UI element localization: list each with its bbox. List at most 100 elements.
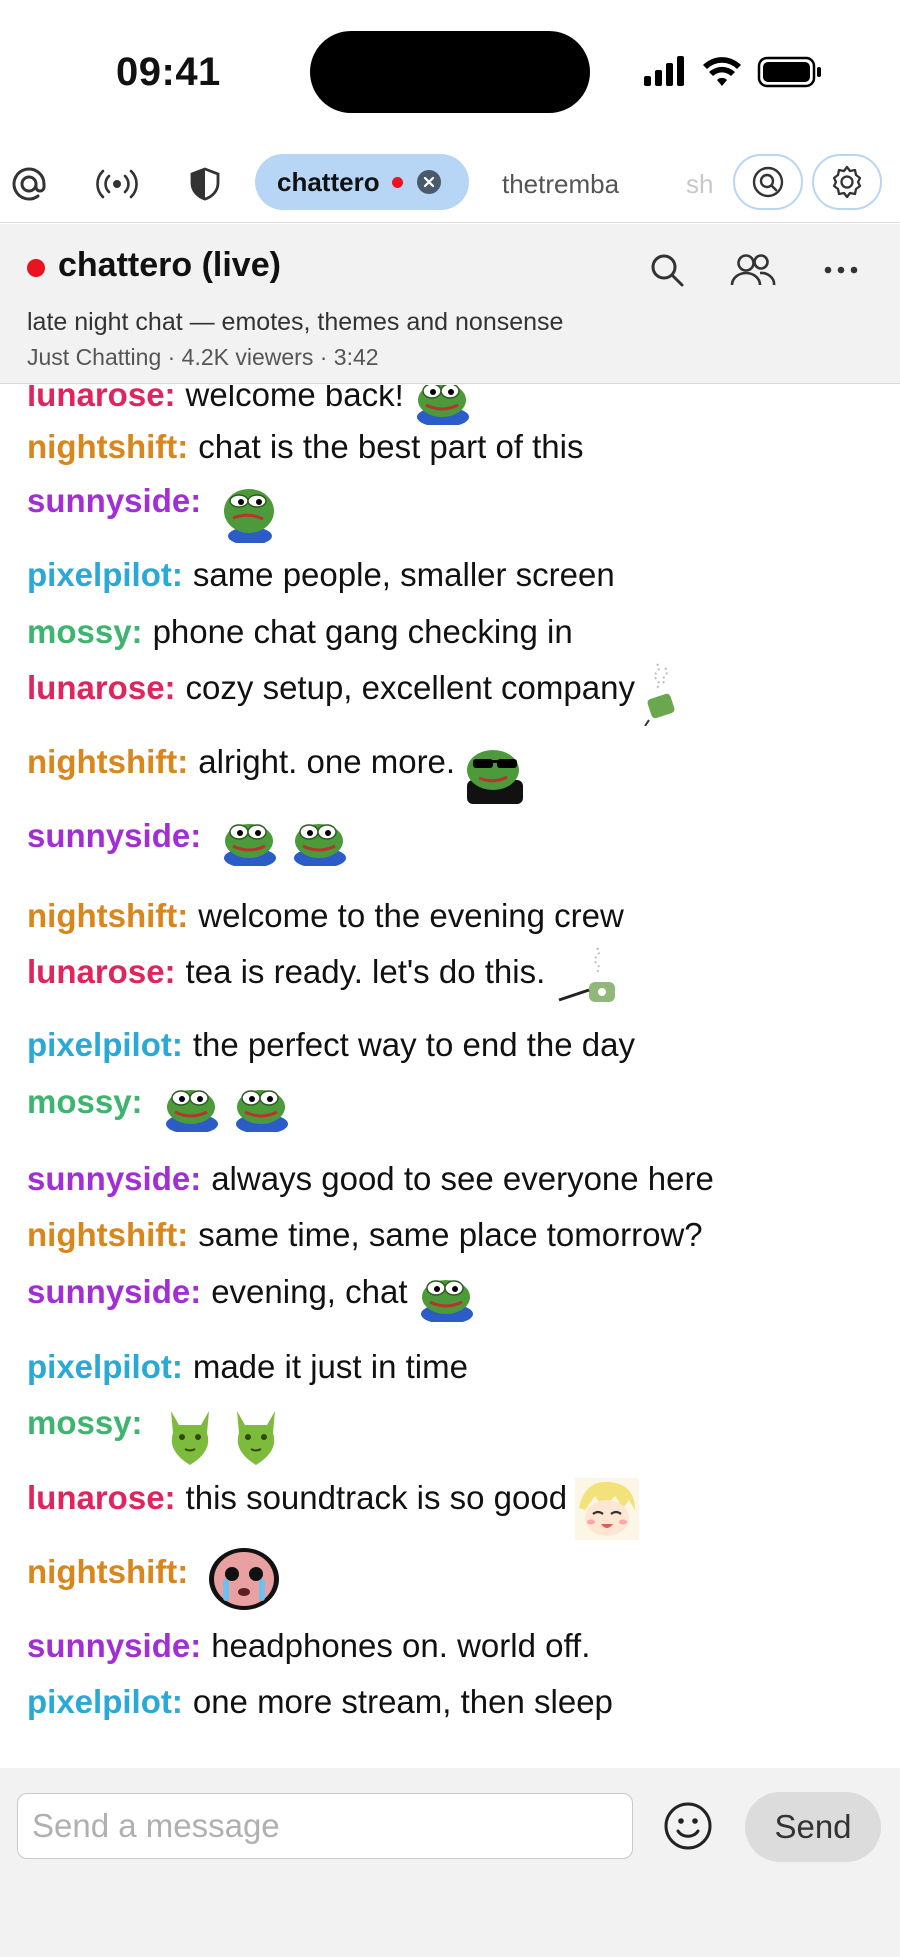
- chat-message[interactable]: mossy:: [27, 1403, 285, 1478]
- pepe-happy-emote-icon[interactable]: [416, 1272, 478, 1331]
- settings-gear-icon: [832, 165, 862, 199]
- battery-icon: [757, 56, 821, 88]
- chat-username[interactable]: pixelpilot:: [27, 555, 183, 595]
- chat-message[interactable]: nightshift: chat is the best part of this: [27, 427, 584, 467]
- chat-username[interactable]: sunnyside:: [27, 1272, 201, 1312]
- pepe-happy-emote-icon[interactable]: [289, 816, 351, 875]
- chat-username[interactable]: sunnyside:: [27, 1626, 201, 1666]
- chat-username[interactable]: nightshift:: [27, 1552, 188, 1592]
- chat-username[interactable]: lunarose:: [27, 668, 176, 708]
- chat-message[interactable]: pixelpilot: one more stream, then sleep: [27, 1682, 613, 1722]
- pepe-happy-emote-icon[interactable]: [231, 1082, 293, 1141]
- chat-message-text: tea is ready. let's do this.: [185, 953, 546, 990]
- emoji-picker-button[interactable]: [662, 1800, 714, 1852]
- live-status-dot: [27, 259, 45, 277]
- chat-message-text: always good to see everyone here: [211, 1160, 714, 1197]
- more-options-button[interactable]: [817, 246, 865, 294]
- chat-username[interactable]: pixelpilot:: [27, 1347, 183, 1387]
- chat-message[interactable]: mossy: phone chat gang checking in: [27, 612, 573, 652]
- chat-message-text: chat is the best part of this: [198, 428, 584, 465]
- chat-username[interactable]: mossy:: [27, 1403, 143, 1443]
- live-broadcast-icon[interactable]: [96, 163, 138, 205]
- cellular-signal-icon: [644, 56, 684, 86]
- more-horizontal-icon: [824, 266, 858, 274]
- pepe-sad-emote-icon[interactable]: [219, 481, 281, 552]
- chat-message[interactable]: sunnyside: always good to see everyone he…: [27, 1159, 714, 1199]
- anime-girl-emote-icon[interactable]: [575, 1478, 640, 1549]
- pepe-sunglasses-emote-icon[interactable]: [463, 742, 527, 813]
- send-button[interactable]: Send: [745, 1792, 881, 1862]
- close-tab-icon[interactable]: [416, 170, 441, 194]
- smiley-icon: [664, 1802, 712, 1850]
- mentions-icon[interactable]: [8, 163, 50, 205]
- chat-message-text: welcome back!: [185, 385, 404, 413]
- tea-pour-emote-icon[interactable]: [553, 944, 623, 1019]
- chat-message-text: this soundtrack is so good: [185, 1479, 568, 1516]
- status-time: 09:41: [116, 50, 221, 94]
- chat-username[interactable]: lunarose:: [27, 952, 176, 992]
- chat-message[interactable]: mossy:: [27, 1082, 293, 1141]
- chat-message[interactable]: lunarose: cozy setup, excellent company: [27, 663, 679, 735]
- chat-message-text: the perfect way to end the day: [192, 1026, 635, 1063]
- chat-message[interactable]: lunarose: tea is ready. let's do this.: [27, 947, 623, 1019]
- chat-username[interactable]: pixelpilot:: [27, 1682, 183, 1722]
- chat-message[interactable]: nightshift: alright. one more.: [27, 742, 527, 813]
- chat-message[interactable]: sunnyside:: [27, 481, 281, 552]
- crying-blob-emote-icon[interactable]: [206, 1546, 282, 1621]
- chat-message[interactable]: nightshift: same time, same place tomorro…: [27, 1215, 703, 1255]
- chat-message[interactable]: pixelpilot: made it just in time: [27, 1347, 468, 1387]
- chat-message-text: one more stream, then sleep: [192, 1683, 613, 1720]
- search-channels-button[interactable]: [733, 154, 803, 210]
- chat-message[interactable]: lunarose: this soundtrack is so good: [27, 1478, 640, 1549]
- channel-header: chattero (live) late night chat — emotes…: [0, 224, 900, 384]
- chat-message[interactable]: nightshift:: [27, 1548, 282, 1621]
- green-cat-emote-icon[interactable]: [227, 1403, 285, 1478]
- chat-username[interactable]: mossy:: [27, 612, 143, 652]
- search-channels-icon: [752, 166, 784, 198]
- chat-username[interactable]: nightshift:: [27, 896, 188, 936]
- chat-username[interactable]: nightshift:: [27, 1215, 188, 1255]
- status-icons: [644, 52, 824, 92]
- chat-username[interactable]: lunarose:: [27, 385, 176, 415]
- chat-username[interactable]: sunnyside:: [27, 1159, 201, 1199]
- message-input[interactable]: [17, 1793, 633, 1859]
- stream-meta: Just Chatting · 4.2K viewers · 3:42: [27, 344, 379, 370]
- tab-thetremba[interactable]: thetremba: [502, 169, 619, 200]
- status-bar: 09:41: [0, 0, 900, 145]
- chat-message[interactable]: pixelpilot: the perfect way to end the da…: [27, 1025, 635, 1065]
- channel-tab-strip: chattero thetremba sh: [0, 145, 900, 223]
- chat-username[interactable]: pixelpilot:: [27, 1025, 183, 1065]
- pepe-happy-emote-icon[interactable]: [161, 1082, 223, 1141]
- chat-message-text: same time, same place tomorrow?: [198, 1216, 703, 1253]
- chat-username[interactable]: lunarose:: [27, 1478, 176, 1518]
- chat-username[interactable]: nightshift:: [27, 427, 188, 467]
- chat-message-list[interactable]: lunarose: welcome back! nightshift: chat is…: [0, 385, 900, 1768]
- settings-button[interactable]: [812, 154, 882, 210]
- users-icon: [730, 254, 776, 286]
- tab-overflow[interactable]: sh: [686, 169, 713, 200]
- chat-message-text: evening, chat: [211, 1273, 408, 1310]
- dynamic-island: [310, 31, 590, 113]
- chat-username[interactable]: sunnyside:: [27, 481, 201, 521]
- pepe-happy-emote-icon[interactable]: [219, 816, 281, 875]
- tab-chattero-label: chattero: [277, 166, 380, 197]
- chat-message[interactable]: sunnyside: headphones on. world off.: [27, 1626, 590, 1666]
- moderation-shield-icon[interactable]: [184, 163, 226, 205]
- chat-message[interactable]: sunnyside:: [27, 816, 351, 875]
- chat-username[interactable]: mossy:: [27, 1082, 143, 1122]
- stream-title: late night chat — emotes, themes and non…: [27, 308, 564, 336]
- chat-message[interactable]: sunnyside: evening, chat: [27, 1272, 478, 1331]
- green-cat-emote-icon[interactable]: [161, 1403, 219, 1478]
- tea-cup-emote-icon[interactable]: [643, 660, 679, 735]
- chat-message[interactable]: nightshift: welcome to the evening crew: [27, 896, 624, 936]
- channel-title: chattero (live): [58, 246, 281, 284]
- wifi-icon: [703, 57, 741, 86]
- chat-message[interactable]: pixelpilot: same people, smaller screen: [27, 555, 615, 595]
- viewers-button[interactable]: [729, 246, 777, 294]
- chat-message-text: phone chat gang checking in: [152, 613, 573, 650]
- search-chat-button[interactable]: [643, 246, 691, 294]
- chat-username[interactable]: nightshift:: [27, 742, 188, 782]
- tab-chattero[interactable]: chattero: [255, 154, 469, 210]
- chat-message-text: made it just in time: [192, 1348, 468, 1385]
- chat-username[interactable]: sunnyside:: [27, 816, 201, 856]
